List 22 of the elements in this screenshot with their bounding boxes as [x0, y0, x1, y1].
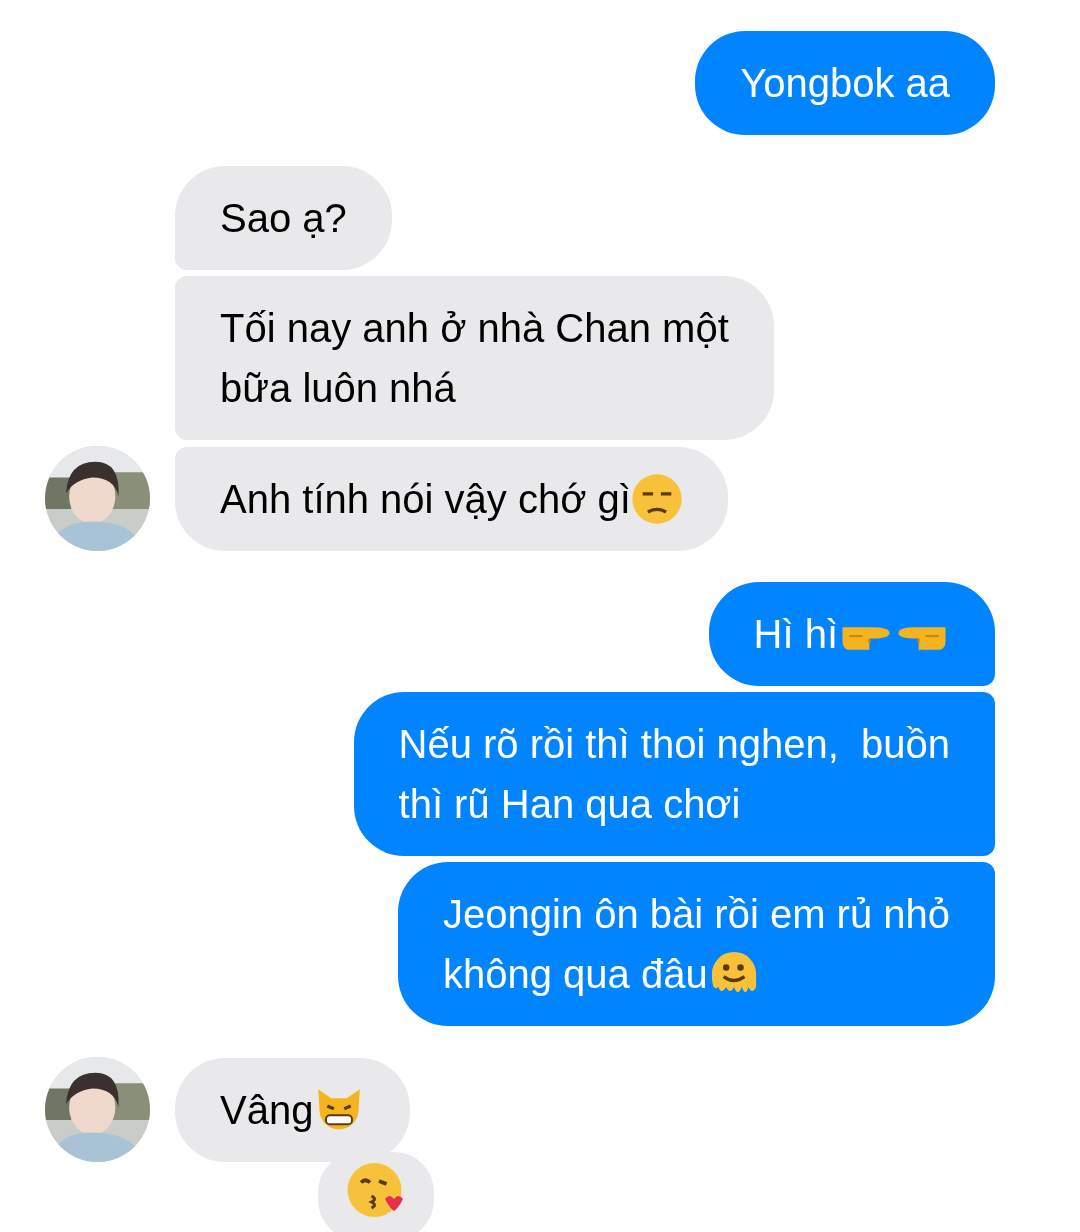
message-bubble[interactable]: Anh tính nói vậy chớ gì: [175, 447, 728, 551]
message-bubble[interactable]: Vâng: [175, 1058, 411, 1162]
message-bubble[interactable]: [318, 1152, 434, 1232]
message-text: bữa luôn nhá: [220, 365, 456, 412]
message-bubble[interactable]: Yongbok aa: [695, 31, 995, 135]
message-bubble[interactable]: Tối nay anh ở nhà Chan một bữa luôn nhá: [175, 276, 774, 440]
message-text: Hì hì: [753, 611, 838, 658]
message-text: không qua đâu: [443, 951, 708, 998]
message-text: Vâng: [220, 1087, 314, 1134]
message-text: Sao ạ?: [220, 195, 347, 242]
message-text: thì rũ Han qua chơi: [398, 781, 741, 828]
message-text: Jeongin ôn bài rồi em rủ nhỏ: [443, 891, 950, 938]
message-bubble[interactable]: Hì hì: [708, 582, 995, 686]
message-text: Anh tính nói vậy chớ gì: [220, 476, 631, 523]
unamused-face-icon: [630, 473, 683, 525]
message-text: Tối nay anh ở nhà Chan một: [220, 305, 729, 352]
message-bubble[interactable]: Nếu rõ rồi thì thoi nghen, buồn thì rũ Han qua chơi: [353, 692, 995, 856]
message-bubble[interactable]: Sao ạ?: [175, 166, 392, 270]
message-text: Yongbok aa: [740, 60, 950, 107]
message-text: Nếu rõ rồi thì thoi nghen, buồn: [398, 721, 950, 768]
message-bubble[interactable]: Jeongin ôn bài rồi em rủ nhỏ không qua đâu: [398, 862, 995, 1026]
kissing-face-icon: [346, 1160, 406, 1220]
